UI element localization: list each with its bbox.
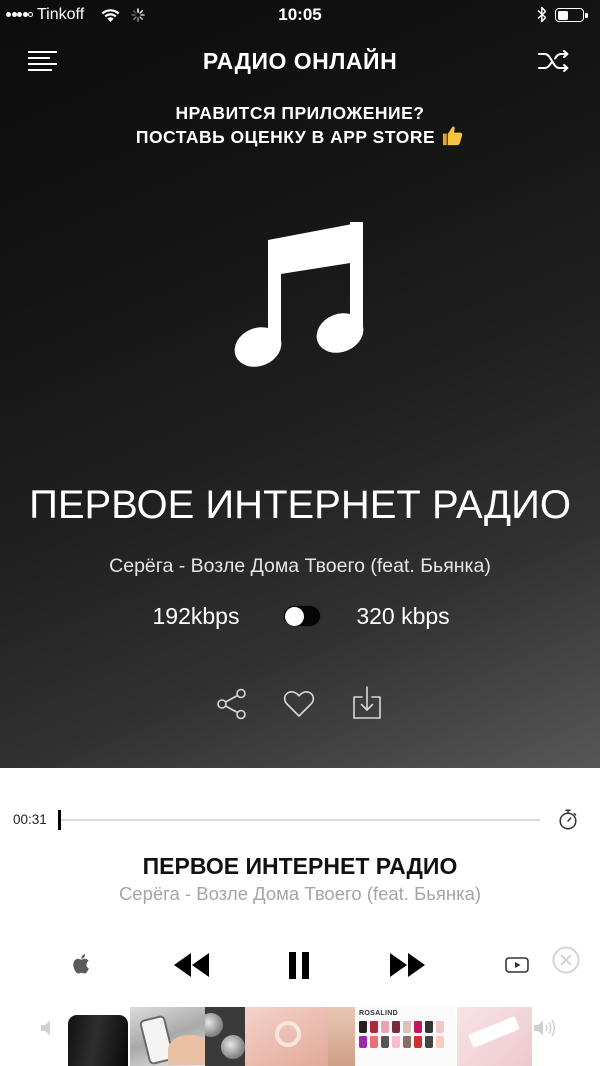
- ad-image-rose-phone[interactable]: [328, 1007, 355, 1066]
- bitrate-toggle[interactable]: [283, 605, 321, 627]
- heart-icon[interactable]: [283, 690, 315, 718]
- clock-time: 10:05: [278, 5, 322, 24]
- share-icon[interactable]: [216, 688, 248, 720]
- battery-icon: [555, 8, 584, 22]
- progress-track[interactable]: [61, 819, 540, 821]
- ad-image-magnetic-mount[interactable]: [205, 1007, 245, 1066]
- rate-app-line2: ПОСТАВЬ ОЦЕНКУ В APP STORE: [135, 127, 436, 147]
- music-note-icon: [234, 222, 364, 367]
- app-title: РАДИО ОНЛАЙН: [202, 48, 398, 74]
- ad-image-ring-case[interactable]: [245, 1007, 328, 1066]
- status-bar: Tinkoff 10:05: [0, 0, 600, 30]
- ad-tag-shape: [468, 1016, 520, 1048]
- ad-image-phone-case[interactable]: [68, 1015, 128, 1066]
- thumbs-up-icon: [443, 126, 463, 146]
- elapsed-time: 00:31: [13, 812, 47, 827]
- youtube-icon[interactable]: [505, 955, 529, 975]
- ad-banner[interactable]: ROSALIND: [68, 1007, 532, 1066]
- rate-app-line2-wrap: ПОСТАВЬ ОЦЕНКУ В APP STORE: [0, 124, 600, 148]
- rate-app-line1: НРАВИТСЯ ПРИЛОЖЕНИЕ?: [175, 103, 425, 123]
- radio-app-screen: Tinkoff 10:05 РАДИО ОНЛАЙН НРАВИТСЯ ПРИЛ…: [0, 0, 600, 1066]
- station-name: ПЕРВОЕ ИНТЕРНЕТ РАДИО: [29, 483, 571, 527]
- bitrate-low-label[interactable]: 192kbps: [136, 602, 256, 630]
- rewind-icon[interactable]: [174, 953, 210, 977]
- shuffle-button[interactable]: [534, 45, 574, 77]
- ad-image-nail-polish[interactable]: ROSALIND: [355, 1007, 455, 1066]
- battery-nub: [585, 12, 588, 18]
- player-track-title: Серёга - Возле Дома Твоего (feat. Бьянка…: [118, 883, 482, 904]
- ad-disc-shape: [205, 1013, 223, 1037]
- battery-level-fill: [557, 10, 569, 20]
- pause-icon[interactable]: [289, 952, 309, 979]
- volume-max-icon: [534, 1019, 555, 1037]
- ad-disc-shape: [221, 1035, 245, 1059]
- ad-ring-shape: [275, 1021, 301, 1047]
- apple-icon[interactable]: [70, 951, 94, 977]
- close-circle-icon[interactable]: [552, 946, 580, 974]
- now-playing-hero: Tinkoff 10:05 РАДИО ОНЛАЙН НРАВИТСЯ ПРИЛ…: [0, 0, 600, 768]
- volume-mute-icon: [41, 1020, 50, 1036]
- bitrate-high-label[interactable]: 320 kbps: [340, 602, 466, 630]
- fast-forward-icon[interactable]: [389, 953, 425, 977]
- ad-image-car-holder[interactable]: [130, 1007, 205, 1066]
- ad-hand-shape: [168, 1035, 205, 1065]
- ad-image-pink-accessory[interactable]: [457, 1007, 532, 1066]
- bluetooth-icon: [537, 6, 547, 23]
- player-station-name: ПЕРВОЕ ИНТЕРНЕТ РАДИО: [142, 853, 458, 879]
- sleep-timer-icon[interactable]: [558, 809, 578, 830]
- rate-app-banner[interactable]: НРАВИТСЯ ПРИЛОЖЕНИЕ? ПОСТАВЬ ОЦЕНКУ В AP…: [0, 102, 600, 148]
- shuffle-icon: [538, 50, 569, 72]
- download-icon[interactable]: [352, 686, 382, 720]
- toggle-knob: [284, 606, 304, 626]
- ad-brand-text: ROSALIND: [359, 1010, 398, 1017]
- ad-bottle-rows: [359, 1021, 451, 1048]
- progress-handle[interactable]: [58, 810, 61, 830]
- track-title: Серёга - Возле Дома Твоего (feat. Бьянка…: [109, 555, 491, 577]
